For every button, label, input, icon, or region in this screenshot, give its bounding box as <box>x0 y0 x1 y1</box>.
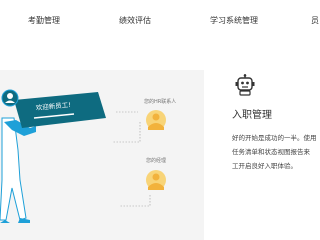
manager-label: 您的经理 <box>146 158 167 164</box>
nav-item-attendance[interactable]: 考勤管理 <box>28 16 60 26</box>
description-line: 好的开始是成功的一半。使用 <box>232 134 317 142</box>
hr-contact-label: 您的HR联系人 <box>144 99 177 105</box>
onboarding-illustration: 欢迎新员工! <box>0 89 166 223</box>
connector-line-manager <box>120 195 151 207</box>
onboarding-illustration-panel: 欢迎新员工! 您的HR联系人 您的经理 <box>0 70 204 240</box>
robot-icon <box>235 74 255 96</box>
welcome-banner <box>14 92 106 128</box>
nav-item-performance[interactable]: 绩效评估 <box>119 16 151 26</box>
description-line: 任务清单和状态视图报告来 <box>232 148 310 156</box>
nav-item-learning[interactable]: 学习系统管理 <box>210 16 258 26</box>
onboarding-info: 入职管理 好的开始是成功的一半。使用 任务清单和状态视图报告来 工开启良好入职体… <box>232 70 319 240</box>
section-title: 入职管理 <box>232 110 272 121</box>
top-navigation: 考勤管理 绩效评估 学习系统管理 员 <box>0 0 319 40</box>
nav-item-employee[interactable]: 员 <box>311 16 319 26</box>
connector-line-hr <box>112 122 141 143</box>
description-line: 工开启良好入职体验。 <box>232 162 297 170</box>
